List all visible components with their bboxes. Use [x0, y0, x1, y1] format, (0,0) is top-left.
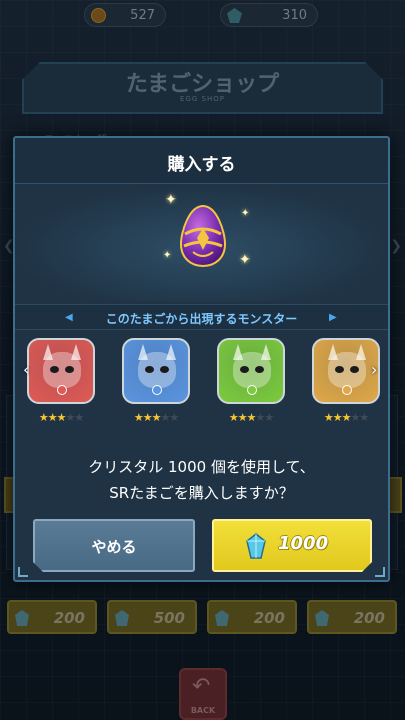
back-arrow-icon: ↶: [192, 674, 211, 699]
coin-value: 527: [130, 8, 155, 23]
star-icon: ★: [133, 411, 144, 424]
back-button[interactable]: ↶ BACK: [179, 668, 227, 720]
shop-subtitle: EGG SHOP: [180, 95, 225, 103]
star-icon: ★: [237, 411, 248, 424]
crystal-icon: [246, 533, 266, 559]
star-rating: ★★★★★: [122, 411, 190, 425]
star-icon: ★: [38, 411, 49, 424]
crystal-counter: 310: [220, 3, 318, 27]
sparkle-icon: ✦: [163, 250, 172, 261]
monster-head: [328, 352, 366, 388]
shop-price-button[interactable]: 200: [7, 600, 97, 634]
star-icon: ★: [142, 411, 153, 424]
shop-price-value: 200: [353, 609, 385, 627]
star-rating: ★★★★★: [217, 411, 285, 425]
crystal-icon: [115, 610, 129, 626]
gem-icon: [247, 385, 257, 395]
confirm-text-line2: SRたまごを購入しますか？: [109, 484, 294, 502]
egg-icon: [179, 204, 227, 268]
star-icon: ★: [228, 411, 239, 424]
shop-price-value: 200: [253, 609, 285, 627]
shop-price-button[interactable]: 500: [107, 600, 197, 634]
monster-head: [43, 352, 81, 388]
crystal-icon: [215, 610, 229, 626]
star-icon: ★: [255, 411, 265, 424]
monster-eye: [255, 366, 264, 373]
shop-next-arrow-icon[interactable]: ❯: [390, 238, 402, 254]
monster-eye: [335, 366, 344, 373]
cancel-button-label: やめる: [91, 538, 137, 556]
monster-card-yellow-dragon[interactable]: [312, 338, 380, 404]
buy-price: 1000: [278, 533, 329, 554]
monster-card-green-dragon[interactable]: [217, 338, 285, 404]
star-icon: ★: [65, 411, 75, 424]
shop-price-value: 200: [53, 609, 85, 627]
monster-card-red-dragon[interactable]: [27, 338, 95, 404]
triangle-right-icon: ▶: [329, 312, 337, 323]
carousel-left-arrow-icon[interactable]: ‹: [23, 360, 29, 379]
crystal-icon: [227, 8, 242, 23]
crystal-icon: [315, 610, 329, 626]
monster-carousel[interactable]: ★★★★★ ★★★★★ ★★★★★ ★★★★★ ‹ ›: [15, 334, 388, 434]
sparkle-icon: ✦: [165, 192, 177, 208]
monster-eye: [160, 366, 169, 373]
star-icon: ★: [350, 411, 360, 424]
egg-display: ✦ ✦ ✦ ✦: [15, 184, 388, 302]
back-button-label: BACK: [190, 706, 216, 715]
monster-eye: [65, 366, 74, 373]
monster-eye: [240, 366, 249, 373]
monster-head: [138, 352, 176, 388]
coin-icon: [91, 8, 106, 23]
dialog-title: 購入する: [167, 155, 236, 175]
star-icon: ★: [332, 411, 343, 424]
dialog-corner: [18, 567, 28, 577]
monster-card-blue-dragon[interactable]: [122, 338, 190, 404]
star-rating: ★★★★★: [312, 411, 380, 425]
dialog-corner: [375, 567, 385, 577]
purchase-dialog: 購入する ✦ ✦ ✦ ✦ ◀ このたまごから出現するモンスター ▶ ★★★★★ ★…: [13, 136, 390, 582]
coin-counter: 527: [84, 3, 166, 27]
monster-head: [233, 352, 271, 388]
monster-eye: [50, 366, 59, 373]
gem-icon: [152, 385, 162, 395]
star-icon: ★: [160, 411, 170, 424]
gem-icon: [342, 385, 352, 395]
monster-eye: [145, 366, 154, 373]
confirm-text-line1: クリスタル 1000 個を使用して、: [88, 458, 315, 476]
crystal-value: 310: [282, 8, 307, 23]
resource-bar: 527 310: [0, 0, 405, 32]
buy-button[interactable]: 1000: [212, 519, 372, 572]
crystal-icon: [15, 610, 29, 626]
monster-list-header: ◀ このたまごから出現するモンスター ▶: [15, 304, 388, 330]
monster-eye: [350, 366, 359, 373]
sparkle-icon: ✦: [239, 252, 251, 268]
star-icon: ★: [74, 411, 84, 424]
shop-title: たまごショップ: [125, 72, 280, 97]
dialog-header: 購入する: [15, 138, 388, 184]
cancel-button[interactable]: やめる: [33, 519, 195, 572]
star-icon: ★: [359, 411, 369, 424]
star-rating: ★★★★★: [27, 411, 95, 425]
shop-price-button[interactable]: 200: [207, 600, 297, 634]
shop-price-button[interactable]: 200: [307, 600, 397, 634]
star-icon: ★: [264, 411, 274, 424]
gem-icon: [57, 385, 67, 395]
star-icon: ★: [47, 411, 58, 424]
star-icon: ★: [169, 411, 179, 424]
shop-price-value: 500: [153, 609, 185, 627]
star-icon: ★: [323, 411, 334, 424]
sparkle-icon: ✦: [241, 208, 250, 219]
carousel-right-arrow-icon[interactable]: ›: [371, 360, 377, 379]
